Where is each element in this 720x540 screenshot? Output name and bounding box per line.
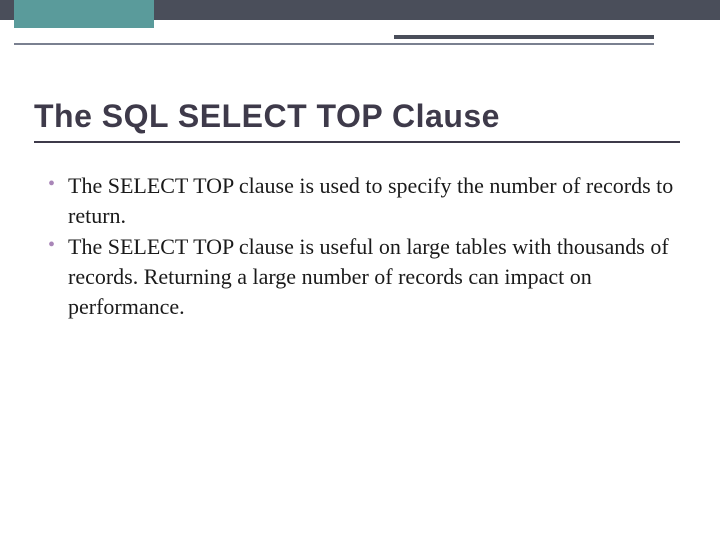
band-short-underline [394,35,654,39]
band-long-underline [14,43,654,45]
decorative-top-band [0,0,720,32]
list-item: The SELECT TOP clause is useful on large… [48,232,680,321]
slide-title: The SQL SELECT TOP Clause [34,98,680,143]
list-item: The SELECT TOP clause is used to specify… [48,171,680,230]
slide-content: The SQL SELECT TOP Clause The SELECT TOP… [34,98,680,323]
bullet-list: The SELECT TOP clause is used to specify… [34,171,680,321]
band-teal-accent [14,0,154,28]
